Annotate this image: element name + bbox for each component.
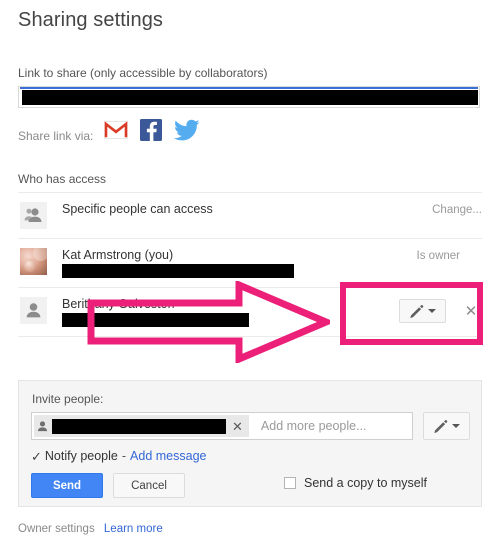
notify-people-row: ✓ Notify people - Add message <box>31 449 206 463</box>
chevron-down-icon <box>452 424 460 428</box>
invite-people-panel: Invite people: ✕ Add more people... ✓ No… <box>18 380 482 507</box>
share-link-input[interactable] <box>18 86 480 108</box>
access-row-name: Kat Armstrong (you) <box>62 248 174 262</box>
redacted-email <box>62 313 249 327</box>
access-row-info: Kat Armstrong (you) <box>47 248 417 278</box>
share-link-via-label: Share link via: <box>18 129 94 143</box>
is-owner-label: Is owner <box>416 250 460 262</box>
avatar <box>20 248 47 275</box>
access-row-name: Specific people can access <box>62 202 213 216</box>
redacted-link-value <box>22 90 478 105</box>
link-to-share-label: Link to share (only accessible by collab… <box>18 66 268 80</box>
notify-people-label: Notify people <box>44 449 118 463</box>
access-row-berithany-galveston[interactable]: Berithany Galveston ✕ <box>18 287 482 337</box>
send-copy-checkbox[interactable] <box>284 477 296 489</box>
page-title: Sharing settings <box>18 9 164 31</box>
learn-more-link[interactable]: Learn more <box>104 523 163 535</box>
footer: Owner settings Learn more <box>18 523 163 535</box>
people-icon <box>20 202 47 229</box>
input-focus-underline <box>20 87 478 89</box>
invite-permission-dropdown-button[interactable] <box>423 412 470 440</box>
change-link[interactable]: Change... <box>432 204 482 216</box>
send-copy-label: Send a copy to myself <box>304 476 427 490</box>
access-row-specific-people[interactable]: Specific people can access Change... <box>18 192 482 238</box>
cancel-button[interactable]: Cancel <box>113 473 185 498</box>
twitter-icon[interactable] <box>174 119 200 141</box>
social-share-row <box>104 119 200 141</box>
close-icon[interactable]: ✕ <box>228 420 247 433</box>
pencil-icon <box>434 419 448 433</box>
chevron-down-icon <box>428 309 436 313</box>
who-has-access-label: Who has access <box>18 172 107 186</box>
facebook-icon[interactable] <box>140 119 162 141</box>
redacted-email <box>62 264 294 278</box>
person-icon <box>37 420 48 431</box>
invite-actions: Send Cancel <box>31 473 185 498</box>
permission-dropdown-button[interactable] <box>399 299 446 323</box>
access-row-name: Berithany Galveston <box>62 297 175 311</box>
send-button[interactable]: Send <box>31 473 103 498</box>
recipient-chip[interactable]: ✕ <box>34 415 249 437</box>
send-copy-row: Send a copy to myself <box>284 476 427 490</box>
access-row-action: Is owner <box>417 248 482 262</box>
add-more-people-placeholder: Add more people... <box>260 419 367 433</box>
pencil-icon <box>410 304 424 318</box>
person-icon <box>20 297 47 324</box>
gmail-icon[interactable] <box>104 120 128 140</box>
access-row-info: Berithany Galveston <box>47 297 399 327</box>
notify-people-checkbox[interactable]: ✓ <box>31 450 42 463</box>
access-row-action: Change... <box>432 202 482 216</box>
redacted-recipient-email <box>52 418 226 434</box>
access-row-kat-armstrong[interactable]: Kat Armstrong (you) Is owner <box>18 238 482 287</box>
invite-people-input[interactable]: ✕ Add more people... <box>31 412 413 440</box>
access-row-action: ✕ <box>399 297 482 323</box>
owner-settings-label[interactable]: Owner settings <box>18 523 95 535</box>
invite-people-label: Invite people: <box>32 392 104 406</box>
notify-separator: - <box>121 449 127 463</box>
close-icon[interactable]: ✕ <box>460 304 482 319</box>
access-list: Specific people can access Change... Kat… <box>18 192 482 337</box>
add-message-link[interactable]: Add message <box>130 449 206 463</box>
access-row-info: Specific people can access <box>47 202 432 217</box>
